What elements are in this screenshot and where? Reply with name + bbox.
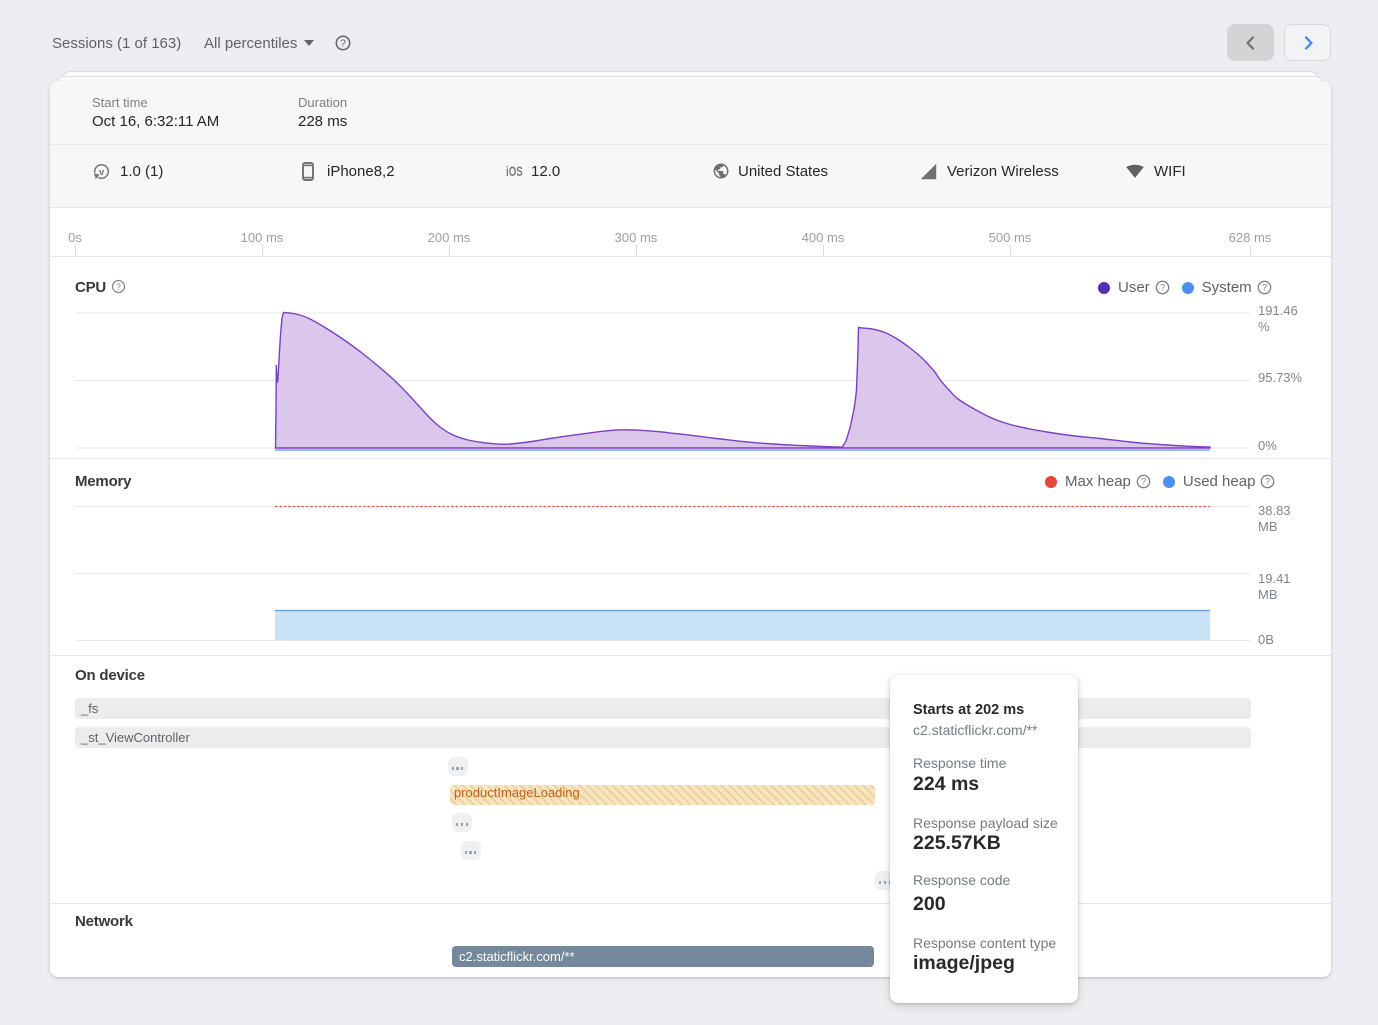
svg-text:v: v	[99, 167, 105, 178]
svg-text:?: ?	[340, 38, 346, 50]
